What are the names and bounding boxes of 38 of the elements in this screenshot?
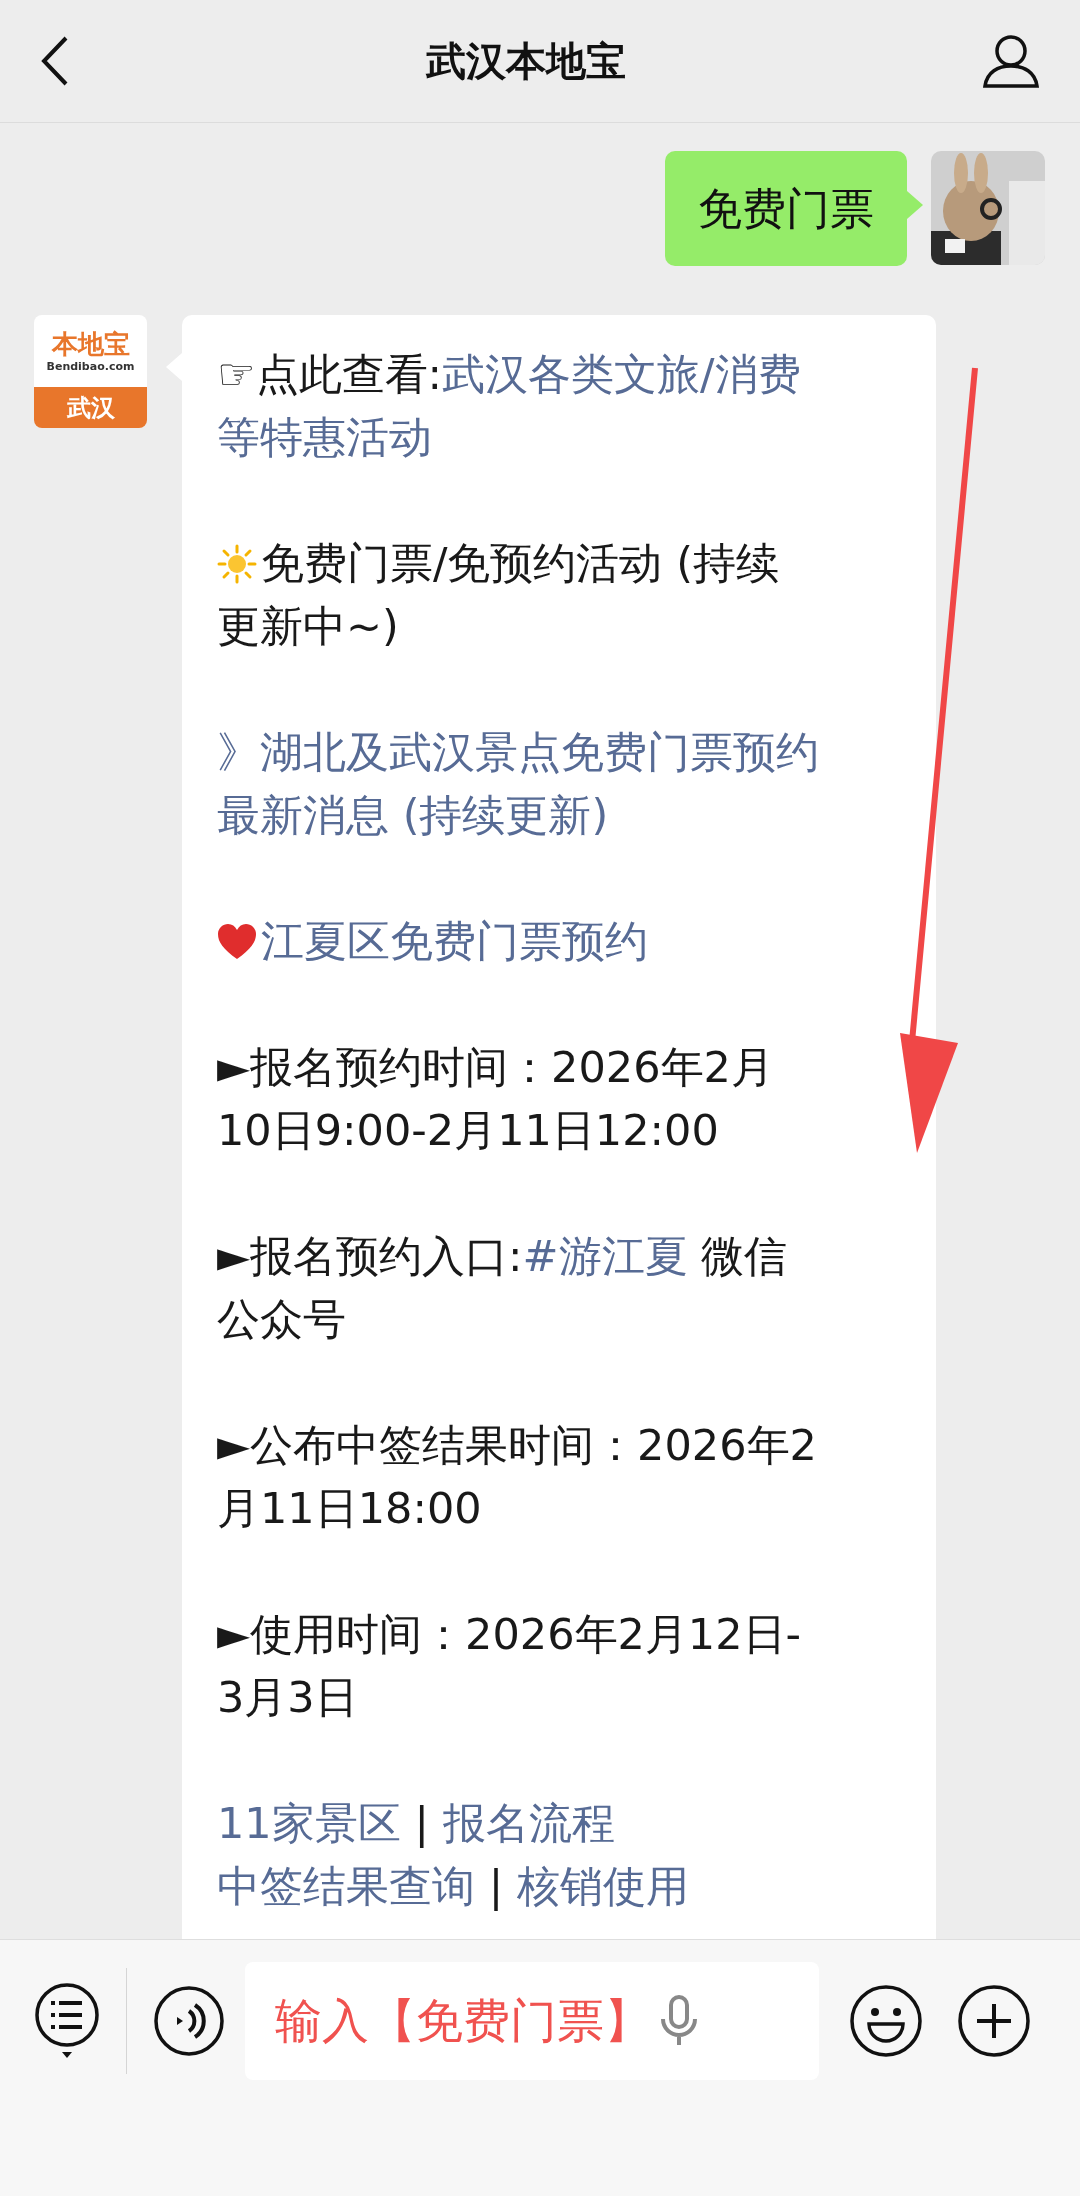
article-link[interactable]: #游江夏 — [522, 1225, 688, 1288]
article-link[interactable]: 武汉各类文旅/消费 — [442, 343, 801, 406]
message-text: ►报名预约时间：2026年2月 — [217, 1041, 774, 1094]
article-link[interactable]: 中签结果查询 — [217, 1855, 475, 1918]
window-title: 武汉本地宝 — [426, 37, 626, 86]
person-icon[interactable] — [982, 34, 1040, 88]
article-link[interactable]: 报名流程 — [442, 1792, 615, 1855]
message-text: 免费门票/免预约活动 (持续 — [261, 537, 779, 590]
message-text: ☞点此查看: — [217, 348, 443, 401]
message-text: 3月3日 — [217, 1671, 358, 1724]
article-link[interactable]: 》湖北及武汉景点免费门票预约 — [217, 721, 819, 784]
message-text: | — [413, 1797, 430, 1850]
message-text: 微信 — [700, 1230, 788, 1283]
message-text: ►公布中签结果时间：2026年2 — [217, 1419, 817, 1472]
emoji-icon[interactable] — [849, 1984, 923, 2058]
menu-icon[interactable] — [34, 1982, 100, 2060]
article-link[interactable]: 江夏区免费门票预约 — [261, 910, 648, 973]
plus-icon[interactable] — [957, 1984, 1031, 2058]
voice-icon[interactable] — [153, 1985, 225, 2057]
message-input[interactable]: 输入【免费门票】 — [245, 1962, 819, 2080]
message-text: ►报名预约入口: — [217, 1230, 523, 1283]
article-link[interactable]: 等特惠活动 — [217, 406, 432, 469]
message-text: 10日9:00-2月11日12:00 — [217, 1104, 719, 1157]
back-icon[interactable] — [40, 35, 70, 87]
article-link[interactable]: 11家景区 — [217, 1792, 401, 1855]
logo-brand: 本地宝 — [51, 330, 130, 357]
message-text: | — [487, 1860, 505, 1913]
logo-domain: Bendibao.com — [46, 360, 135, 372]
message-text: 月11日18:00 — [217, 1482, 482, 1535]
article-link[interactable]: 最新消息 (持续更新) — [217, 784, 609, 847]
logo-city: 武汉 — [66, 395, 115, 420]
sun-icon — [217, 543, 257, 584]
message-text: 更新中~) — [217, 600, 399, 653]
heart-icon — [217, 922, 257, 961]
message-text: 公众号 — [217, 1293, 346, 1346]
message-text: ►使用时间：2026年2月12日- — [217, 1608, 802, 1661]
microphone-icon[interactable] — [659, 1995, 699, 2047]
article-link[interactable]: 核销使用 — [516, 1855, 689, 1918]
